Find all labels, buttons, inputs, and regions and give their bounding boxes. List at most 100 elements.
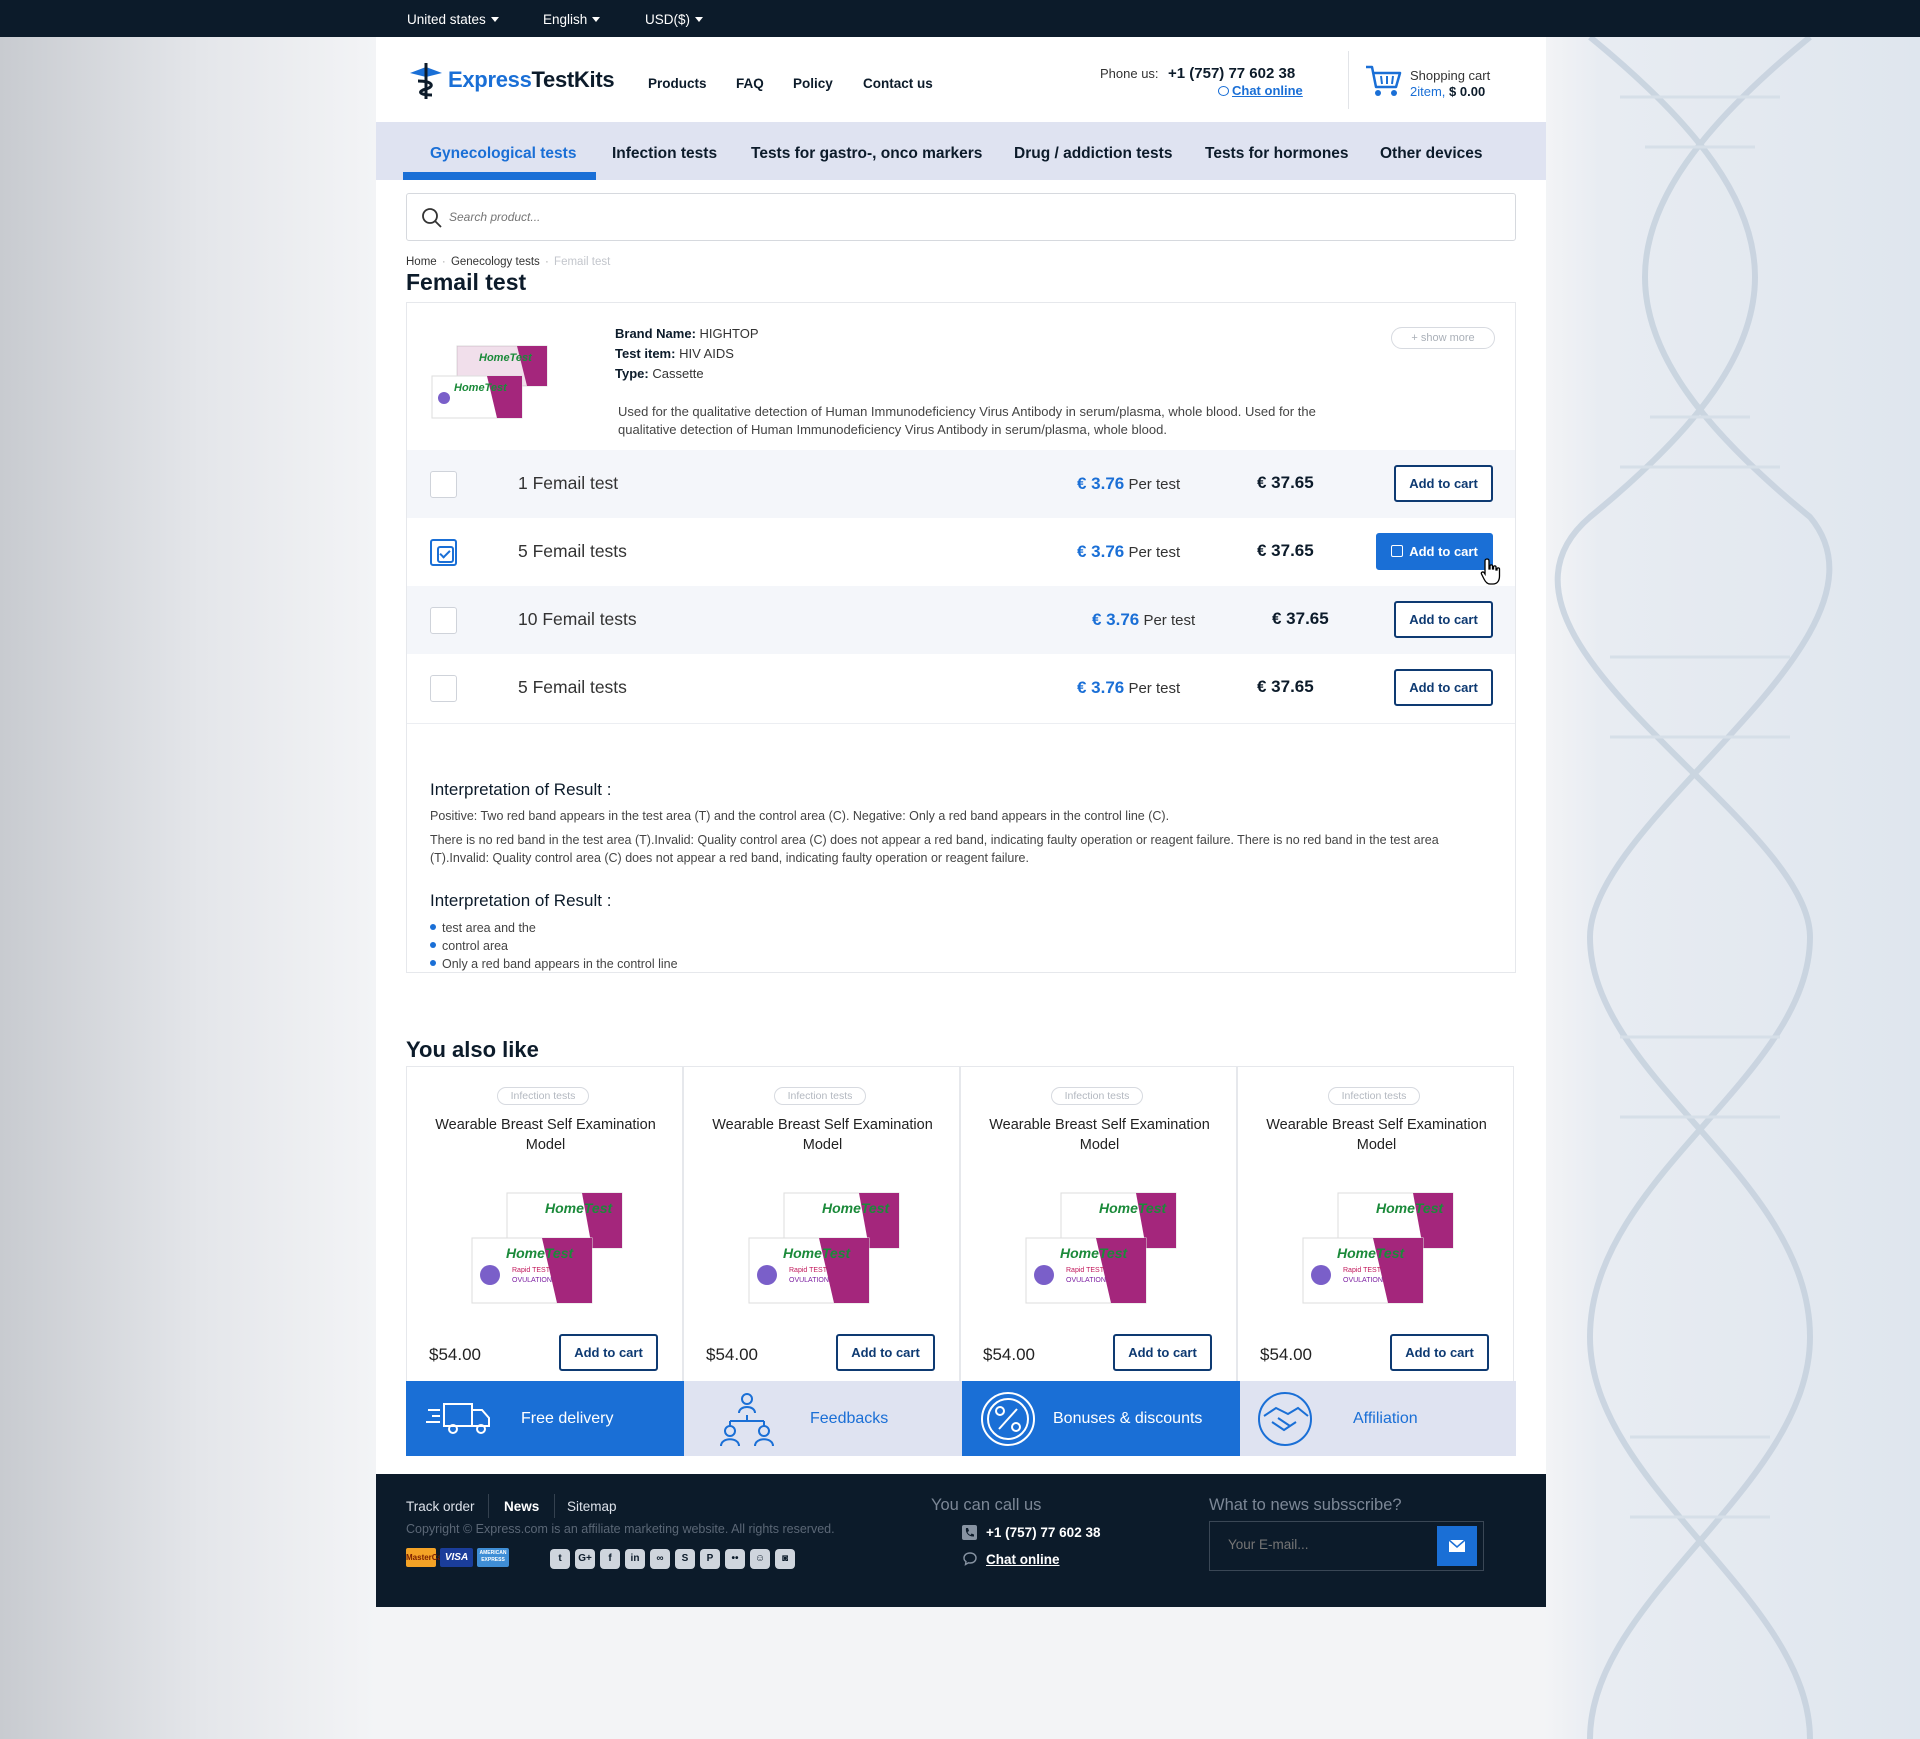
chat-online-label: Chat online [1232, 83, 1303, 98]
facebook-icon[interactable]: f [600, 1549, 620, 1569]
option-per-label: Per test [1128, 476, 1181, 493]
footer-link-sitemap[interactable]: Sitemap [567, 1499, 617, 1514]
benefit-feedbacks[interactable]: Feedbacks [684, 1381, 962, 1456]
option-price-per-test: € 3.76 Per test [1077, 678, 1180, 698]
social-icon[interactable]: ☺ [750, 1549, 770, 1569]
option-checkbox-checked[interactable] [430, 539, 457, 566]
option-checkbox[interactable] [430, 607, 457, 634]
related-product-name[interactable]: Wearable Breast Self Examination Model [427, 1115, 664, 1155]
option-price: € 3.76 [1077, 542, 1125, 561]
product-image-line1: Rapid TEST [512, 1267, 551, 1274]
footer-phone-number[interactable]: +1 (757) 77 602 38 [986, 1525, 1100, 1540]
option-checkbox[interactable] [430, 471, 457, 498]
google-plus-icon[interactable]: G+ [575, 1549, 595, 1569]
product-image-brand: HomeTest [506, 1245, 575, 1261]
related-product-name[interactable]: Wearable Breast Self Examination Model [981, 1115, 1218, 1155]
search-input[interactable] [449, 206, 1489, 228]
logo-text-part2: TestKits [531, 67, 615, 92]
newsletter-submit-button[interactable] [1437, 1526, 1477, 1566]
related-product-image[interactable]: HomeTest HomeTest Rapid TEST OVULATION [744, 1185, 909, 1310]
option-price: € 3.76 [1077, 474, 1125, 493]
people-network-icon [720, 1393, 774, 1447]
breadcrumb-category[interactable]: Genecology tests [451, 256, 540, 268]
section-divider [407, 723, 1515, 724]
footer-chat-online-link[interactable]: Chat online [986, 1552, 1060, 1567]
option-checkbox[interactable] [430, 675, 457, 702]
category-other-devices[interactable]: Other devices [1380, 145, 1483, 163]
related-product-name[interactable]: Wearable Breast Self Examination Model [704, 1115, 941, 1155]
active-category-underline [403, 172, 596, 180]
pinterest-icon[interactable]: P [700, 1549, 720, 1569]
link-icon[interactable]: ∞ [650, 1549, 670, 1569]
add-to-cart-button[interactable]: Add to cart [1394, 669, 1493, 706]
related-product-name[interactable]: Wearable Breast Self Examination Model [1258, 1115, 1495, 1155]
shopping-cart-icon[interactable] [1364, 63, 1402, 99]
benefit-label: Free delivery [521, 1410, 614, 1427]
add-to-cart-button[interactable]: Add to cart [1394, 465, 1493, 502]
spec-brand-label: Brand Name: [615, 326, 696, 341]
product-image-brand: HomeTest [1060, 1245, 1129, 1261]
country-select[interactable]: United states [407, 12, 499, 27]
related-product-image[interactable]: HomeTest HomeTest Rapid TEST OVULATION [1298, 1185, 1463, 1310]
related-product-card[interactable]: Infection tests Wearable Breast Self Exa… [683, 1066, 960, 1394]
add-to-cart-button[interactable]: Add to cart [836, 1334, 935, 1371]
related-product-card[interactable]: Infection tests Wearable Breast Self Exa… [406, 1066, 683, 1394]
category-infection[interactable]: Infection tests [612, 145, 717, 163]
add-to-cart-button[interactable]: Add to cart [559, 1334, 658, 1371]
instagram-icon[interactable]: ◙ [775, 1549, 795, 1569]
option-price: € 3.76 [1092, 610, 1140, 629]
category-drug-addiction[interactable]: Drug / addiction tests [1014, 145, 1172, 163]
category-hormones[interactable]: Tests for hormones [1205, 145, 1349, 163]
newsletter-email-input[interactable] [1228, 1537, 1428, 1552]
breadcrumb-home[interactable]: Home [406, 256, 437, 268]
benefit-free-delivery[interactable]: Free delivery [406, 1381, 684, 1456]
chat-online-link[interactable]: Chat online [1218, 83, 1303, 98]
nav-faq[interactable]: FAQ [736, 76, 764, 91]
cart-item-count: 2item, [1410, 84, 1446, 99]
country-value: United states [407, 12, 486, 27]
logo[interactable]: ExpressTestKits [404, 57, 615, 101]
phone-number[interactable]: +1 (757) 77 602 38 [1168, 65, 1295, 82]
top-bar: United states English USD($) [0, 0, 1920, 37]
option-name: 5 Femail tests [518, 541, 627, 561]
page-title: Femail test [406, 269, 527, 295]
footer-link-track-order[interactable]: Track order [406, 1499, 475, 1514]
add-to-cart-button[interactable]: Add to cart [1394, 601, 1493, 638]
option-price: € 3.76 [1077, 678, 1125, 697]
skype-icon[interactable]: S [675, 1549, 695, 1569]
list-item: Only a red band appears in the control l… [430, 957, 678, 971]
twitter-icon[interactable]: t [550, 1549, 570, 1569]
related-product-card[interactable]: Infection tests Wearable Breast Self Exa… [1237, 1066, 1514, 1394]
related-product-image[interactable]: HomeTest HomeTest Rapid TEST OVULATION [467, 1185, 632, 1310]
related-product-image[interactable]: HomeTest HomeTest Rapid TEST OVULATION [1021, 1185, 1186, 1310]
interpretation-text: Positive: Two red band appears in the te… [430, 809, 1170, 823]
category-badge: Infection tests [774, 1087, 866, 1105]
language-select[interactable]: English [543, 12, 601, 27]
delivery-truck-icon [426, 1403, 490, 1434]
nav-policy[interactable]: Policy [793, 76, 833, 91]
currency-select[interactable]: USD($) [645, 12, 704, 27]
footer-link-news[interactable]: News [504, 1499, 539, 1514]
search-icon[interactable] [421, 207, 443, 229]
benefits-bar: Free delivery Feedbacks Bonuses & discou… [406, 1381, 1516, 1456]
flickr-icon[interactable]: •• [725, 1549, 745, 1569]
benefit-bonuses-discounts[interactable]: Bonuses & discounts [962, 1381, 1240, 1456]
add-to-cart-button[interactable]: Add to cart [1390, 1334, 1489, 1371]
percent-discount-icon [981, 1392, 1035, 1446]
product-image[interactable]: HomeTest HomeTest [427, 331, 557, 431]
linkedin-icon[interactable]: in [625, 1549, 645, 1569]
add-to-cart-button-active[interactable]: Add to cart [1376, 533, 1493, 570]
footer-separator [554, 1494, 555, 1518]
footer: Track order News Sitemap Copyright © Exp… [376, 1474, 1546, 1607]
nav-contact-us[interactable]: Contact us [863, 76, 933, 91]
add-to-cart-button[interactable]: Add to cart [1113, 1334, 1212, 1371]
product-image-line2: OVULATION [789, 1277, 829, 1284]
category-gynecological[interactable]: Gynecological tests [430, 145, 576, 163]
nav-products[interactable]: Products [648, 76, 707, 91]
product-image-brand: HomeTest [783, 1245, 852, 1261]
related-product-card[interactable]: Infection tests Wearable Breast Self Exa… [960, 1066, 1237, 1394]
benefit-affiliation[interactable]: Affiliation [1240, 1381, 1516, 1456]
category-gastro-onco[interactable]: Tests for gastro-, onco markers [751, 145, 982, 163]
cart-summary[interactable]: 2item, $ 0.00 [1410, 84, 1485, 99]
show-more-button[interactable]: + show more [1391, 327, 1495, 349]
